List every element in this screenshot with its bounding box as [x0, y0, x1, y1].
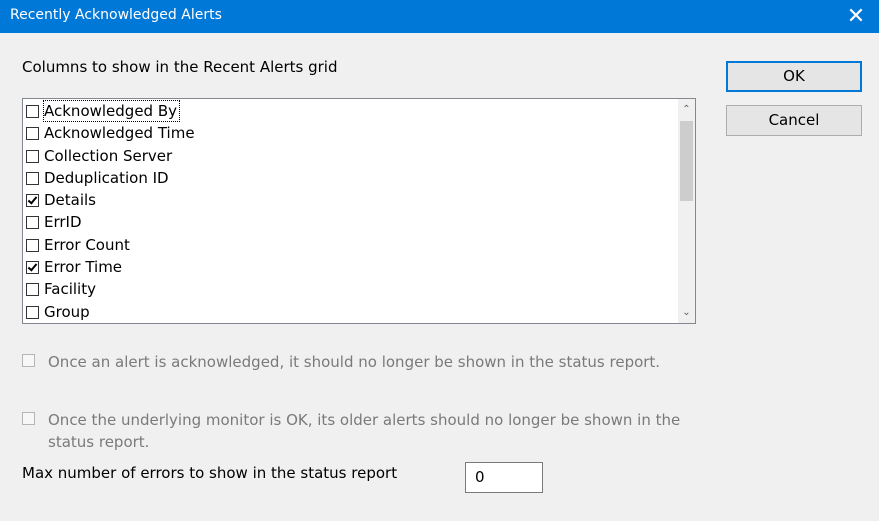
list-item[interactable]: Error Count	[24, 234, 677, 256]
column-checkbox[interactable]	[26, 149, 39, 163]
list-item[interactable]: Facility	[24, 278, 677, 300]
column-checkbox[interactable]	[26, 261, 39, 275]
column-label: Details	[44, 191, 97, 210]
column-label: Error Count	[44, 235, 130, 254]
column-label: Error Time	[44, 258, 123, 277]
title-bar: Recently Acknowledged Alerts ✕	[0, 0, 879, 33]
column-label: Facility	[44, 280, 96, 299]
columns-label: Columns to show in the Recent Alerts gri…	[22, 58, 338, 76]
list-item[interactable]: Acknowledged By	[24, 100, 677, 122]
column-checkbox[interactable]	[26, 127, 39, 141]
hide-when-ok-option[interactable]: Once the underlying monitor is OK, its o…	[22, 409, 702, 453]
column-label: ErrID	[44, 213, 82, 232]
list-item[interactable]: Error Time	[24, 256, 677, 278]
close-icon[interactable]: ✕	[833, 0, 879, 33]
list-item[interactable]: Group	[24, 301, 677, 323]
hide-when-ok-checkbox[interactable]	[22, 412, 35, 425]
list-item[interactable]: Collection Server	[24, 145, 677, 167]
max-errors-input[interactable]: 0	[465, 462, 543, 493]
list-item[interactable]: Acknowledged Time	[24, 122, 677, 144]
hide-when-ok-label: Once the underlying monitor is OK, its o…	[48, 411, 681, 451]
column-label: Acknowledged By	[42, 100, 181, 122]
scroll-up-icon[interactable]: ⌃	[678, 101, 695, 118]
ok-button[interactable]: OK	[726, 61, 862, 92]
vertical-scrollbar[interactable]: ⌃ ⌄	[678, 99, 695, 323]
scroll-thumb[interactable]	[680, 121, 693, 201]
hide-acknowledged-label: Once an alert is acknowledged, it should…	[48, 353, 661, 371]
column-checkbox[interactable]	[26, 194, 39, 208]
column-checkbox[interactable]	[26, 238, 39, 252]
columns-listbox[interactable]: Acknowledged By Acknowledged Time Collecti…	[22, 98, 696, 324]
max-errors-label: Max number of errors to show in the stat…	[22, 464, 398, 482]
column-checkbox[interactable]	[26, 283, 39, 297]
hide-acknowledged-checkbox[interactable]	[22, 354, 35, 367]
scroll-down-icon[interactable]: ⌄	[678, 304, 695, 321]
column-label: Group	[44, 302, 90, 321]
column-checkbox[interactable]	[26, 216, 39, 230]
hide-acknowledged-option[interactable]: Once an alert is acknowledged, it should…	[22, 351, 702, 395]
cancel-button[interactable]: Cancel	[726, 105, 862, 136]
list-item[interactable]: ErrID	[24, 211, 677, 233]
column-checkbox[interactable]	[26, 105, 39, 118]
columns-list: Acknowledged By Acknowledged Time Collecti…	[24, 100, 677, 323]
window-title: Recently Acknowledged Alerts	[10, 7, 222, 23]
column-checkbox[interactable]	[26, 305, 39, 319]
list-item[interactable]: Deduplication ID	[24, 167, 677, 189]
column-label: Acknowledged Time	[44, 124, 195, 143]
column-checkbox[interactable]	[26, 171, 39, 185]
column-label: Deduplication ID	[44, 168, 169, 187]
column-label: Collection Server	[44, 146, 173, 165]
list-item[interactable]: Details	[24, 189, 677, 211]
